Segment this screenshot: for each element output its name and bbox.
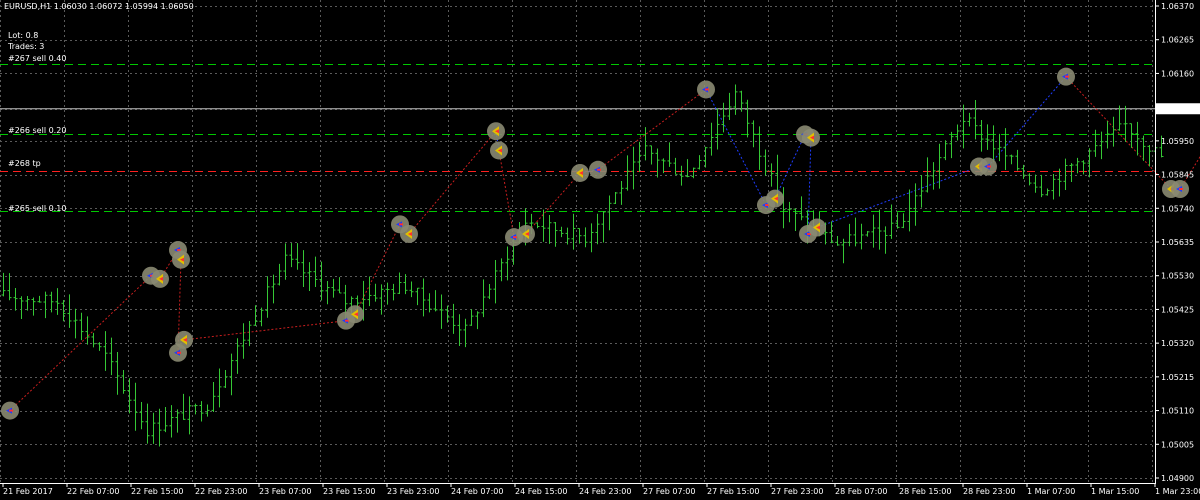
buy-arrow-tail [1179, 188, 1183, 191]
trade-count: Trades: 3 [8, 42, 45, 51]
buy-arrow-tail [399, 223, 403, 226]
x-tick-label: 28 Feb 23:00 [963, 487, 1015, 496]
position-label-267: #267 sell 0.40 [8, 54, 67, 63]
x-tick-label: 1 Mar 15:00 [1091, 487, 1139, 496]
x-tick-label: 23 Feb 07:00 [259, 487, 311, 496]
position-label-268-tp: #268 tp [8, 159, 41, 168]
buy-arrow-tail [597, 168, 601, 171]
x-tick-label: 23 Feb 15:00 [323, 487, 375, 496]
buy-arrow-tail [705, 88, 709, 91]
buy-arrow-tail [513, 236, 517, 239]
chart-title: EURUSD,H1 1.06030 1.06072 1.05994 1.0605… [4, 2, 194, 11]
x-tick-label: 22 Feb 07:00 [67, 487, 119, 496]
x-tick-label: 24 Feb 07:00 [451, 487, 503, 496]
y-tick-label: 1.05110 [1161, 407, 1194, 416]
y-tick-label: 1.05950 [1161, 137, 1194, 146]
y-tick-label: 1.05425 [1161, 305, 1194, 314]
x-tick-label: 23 Feb 23:00 [387, 487, 439, 496]
y-tick-label: 1.05320 [1161, 339, 1194, 348]
y-tick-label: 1.05005 [1161, 440, 1194, 449]
x-tick-label: 27 Feb 07:00 [643, 487, 695, 496]
x-tick-label: 21 Feb 2017 [3, 487, 53, 496]
buy-arrow-tail [177, 351, 181, 354]
lot-size: Lot: 0.8 [8, 31, 39, 40]
y-tick-label: 1.06265 [1161, 36, 1194, 45]
y-tick-label: 1.05845 [1161, 171, 1194, 180]
x-tick-label: 24 Feb 23:00 [579, 487, 631, 496]
x-tick-label: 27 Feb 23:00 [771, 487, 823, 496]
position-label-265: #265 sell 0.10 [8, 204, 67, 213]
x-tick-label: 1 Mar 07:00 [1027, 487, 1075, 496]
position-label-266: #266 sell 0.20 [8, 126, 67, 135]
current-price-tag-text: 1.06050 [1159, 105, 1192, 114]
current-price-tag: 1.06050 [1156, 103, 1200, 115]
y-tick-label: 1.05215 [1161, 373, 1194, 382]
y-tick-label: 1.04900 [1161, 474, 1194, 483]
x-tick-label: 28 Feb 07:00 [835, 487, 887, 496]
x-tick-label: 22 Feb 15:00 [131, 487, 183, 496]
y-tick-label: 1.05530 [1161, 272, 1194, 281]
buy-arrow-tail [1065, 75, 1069, 78]
y-tick-label: 1.06370 [1161, 2, 1194, 11]
x-tick-label: 22 Feb 23:00 [195, 487, 247, 496]
buy-arrow-tail [987, 165, 991, 168]
buy-arrow-tail [9, 409, 13, 412]
x-tick-label: 27 Feb 15:00 [707, 487, 759, 496]
x-tick-label: 28 Feb 15:00 [899, 487, 951, 496]
y-tick-label: 1.05635 [1161, 238, 1194, 247]
price-chart[interactable]: 1.06370 1.06265 1.06160 1.06050 1.05950 1.058… [0, 0, 1200, 500]
y-tick-label: 1.05740 [1161, 204, 1194, 213]
x-tick-label: 24 Feb 15:00 [515, 487, 567, 496]
x-tick-label: 1 Mar 23:00 [1155, 487, 1200, 496]
y-tick-label: 1.06160 [1161, 69, 1194, 78]
y-tick-labels: 1.06370 1.06265 1.06160 1.06050 1.05950 1.058… [1155, 2, 1194, 483]
